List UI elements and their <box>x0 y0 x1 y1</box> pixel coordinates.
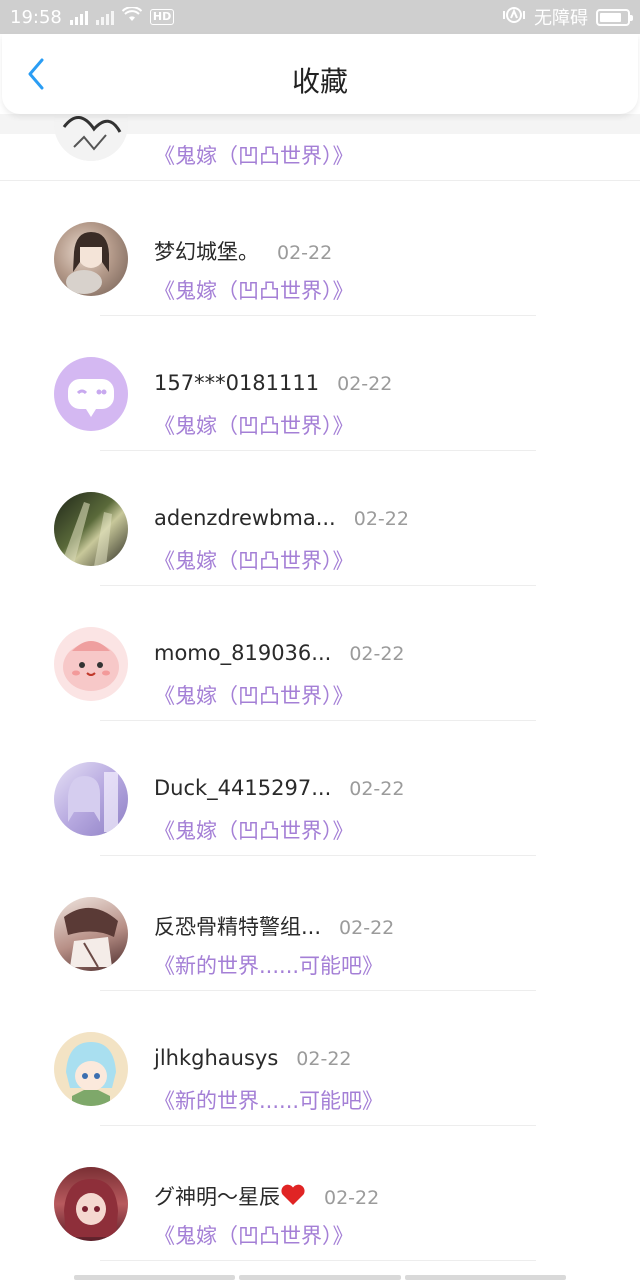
status-right: 无障碍 <box>502 4 633 30</box>
avatar[interactable] <box>54 897 128 971</box>
username-text: 反恐骨精特警组... <box>154 915 322 939</box>
battery-icon <box>596 8 633 26</box>
story-title[interactable]: 《鬼嫁（凹凸世界）》 <box>154 1220 354 1250</box>
username: jlhkghausys 02-22 <box>154 1046 352 1070</box>
avatar[interactable] <box>54 357 128 431</box>
list-item[interactable]: グ神明～星辰 02-22 《鬼嫁（凹凸世界）》 <box>0 1124 640 1261</box>
story-title[interactable]: 《鬼嫁（凹凸世界）》 <box>154 140 354 170</box>
list-item[interactable]: 反恐骨精特警组... 02-22 《新的世界......可能吧》 <box>0 854 640 991</box>
bottom-bar <box>74 1275 566 1280</box>
story-title[interactable]: 《鬼嫁（凹凸世界）》 <box>154 815 354 845</box>
username-text: グ神明～星辰 <box>154 1185 280 1209</box>
hd-badge: HD <box>149 9 175 25</box>
avatar[interactable] <box>54 1167 128 1241</box>
story-title[interactable]: 《鬼嫁（凹凸世界）》 <box>154 680 354 710</box>
status-time: 19:58 <box>10 6 62 28</box>
list-item[interactable]: jlhkghausys 02-22 《新的世界......可能吧》 <box>0 989 640 1126</box>
signal-icon <box>69 9 88 25</box>
avatar[interactable] <box>54 762 128 836</box>
username-text: 157***0181111 <box>154 371 320 395</box>
page-title: 收藏 <box>291 65 348 98</box>
story-title[interactable]: 《鬼嫁（凹凸世界）》 <box>154 275 354 305</box>
favorites-list: 《鬼嫁（凹凸世界）》 梦幻城堡。 02-22 《鬼嫁（凹凸世界）》 157***0… <box>0 44 640 1261</box>
date: 02-22 <box>337 373 393 395</box>
avatar[interactable] <box>54 492 128 566</box>
avatar[interactable] <box>54 627 128 701</box>
username: adenzdrewbma... 02-22 <box>154 506 409 530</box>
date: 02-22 <box>349 778 405 800</box>
accessibility-label: 无障碍 <box>534 8 588 29</box>
list-item[interactable]: adenzdrewbma... 02-22 《鬼嫁（凹凸世界）》 <box>0 449 640 586</box>
username-text: adenzdrewbma... <box>154 506 336 530</box>
heart-icon <box>280 1184 306 1211</box>
username: 157***0181111 02-22 <box>154 371 392 395</box>
username: 梦幻城堡。 02-22 <box>154 236 332 266</box>
username-text: jlhkghausys <box>154 1046 279 1070</box>
status-bar: 19:58 HD 无障碍 <box>0 0 640 34</box>
date: 02-22 <box>296 1048 352 1070</box>
date: 02-22 <box>324 1187 380 1209</box>
avatar[interactable] <box>54 222 128 296</box>
divider <box>100 1260 536 1261</box>
list-item[interactable]: 梦幻城堡。 02-22 《鬼嫁（凹凸世界）》 <box>0 179 640 316</box>
username-text: momo_819036... <box>154 641 332 665</box>
username-text: Duck_4415297... <box>154 776 332 800</box>
list-item[interactable]: Duck_4415297... 02-22 《鬼嫁（凹凸世界）》 <box>0 719 640 856</box>
date: 02-22 <box>339 917 395 939</box>
wifi-icon <box>121 5 143 28</box>
username: Duck_4415297... 02-22 <box>154 776 404 800</box>
list-item[interactable]: momo_819036... 02-22 《鬼嫁（凹凸世界）》 <box>0 584 640 721</box>
username: momo_819036... 02-22 <box>154 641 405 665</box>
signal-icon-2 <box>95 9 114 25</box>
list-item[interactable]: 157***0181111 02-22 《鬼嫁（凹凸世界）》 <box>0 314 640 451</box>
nav-header: 收藏 <box>2 34 638 114</box>
story-title[interactable]: 《新的世界......可能吧》 <box>154 1085 383 1115</box>
date: 02-22 <box>349 643 405 665</box>
date: 02-22 <box>277 242 333 264</box>
story-title[interactable]: 《新的世界......可能吧》 <box>154 950 383 980</box>
avatar[interactable] <box>54 1032 128 1106</box>
story-title[interactable]: 《鬼嫁（凹凸世界）》 <box>154 410 354 440</box>
date: 02-22 <box>353 508 409 530</box>
username: グ神明～星辰 02-22 <box>154 1181 379 1211</box>
status-left: 19:58 HD <box>10 5 175 28</box>
username-text: 梦幻城堡。 <box>154 240 259 264</box>
accessibility-icon <box>502 5 526 30</box>
story-title[interactable]: 《鬼嫁（凹凸世界）》 <box>154 545 354 575</box>
username: 反恐骨精特警组... 02-22 <box>154 911 394 941</box>
